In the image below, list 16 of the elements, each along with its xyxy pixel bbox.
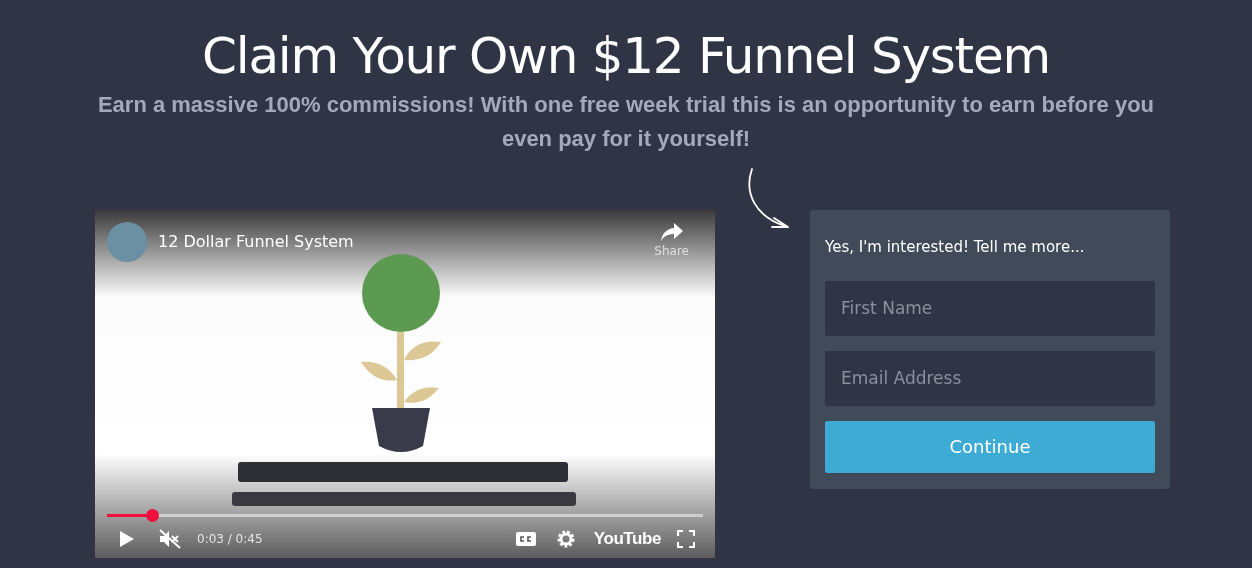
form-heading: Yes, I'm interested! Tell me more... xyxy=(825,237,1086,258)
video-player[interactable]: 12 Dollar Funnel System Share 0:03 / 0:45 YouTube xyxy=(95,210,715,558)
continue-button[interactable]: Continue xyxy=(825,420,1155,473)
fullscreen-icon[interactable] xyxy=(677,529,695,548)
video-time: 0:03 / 0:45 xyxy=(197,530,263,548)
share-icon[interactable] xyxy=(659,222,684,242)
video-title[interactable]: 12 Dollar Funnel System xyxy=(158,230,354,254)
play-icon[interactable] xyxy=(119,529,135,548)
headline: Claim Your Own $12 Funnel System xyxy=(202,26,1050,87)
share-label[interactable]: Share xyxy=(654,242,689,260)
volume-muted-icon[interactable] xyxy=(159,528,181,549)
subheadline: Earn a massive 100% commissions! With one free week trial this is an opportunity to earn before you even pay for it yourself! xyxy=(96,91,1156,153)
youtube-logo[interactable]: YouTube xyxy=(593,526,661,552)
settings-icon[interactable] xyxy=(555,528,576,549)
input-field[interactable]: Email Address xyxy=(825,350,1155,406)
input-field[interactable]: First Name xyxy=(825,280,1155,336)
